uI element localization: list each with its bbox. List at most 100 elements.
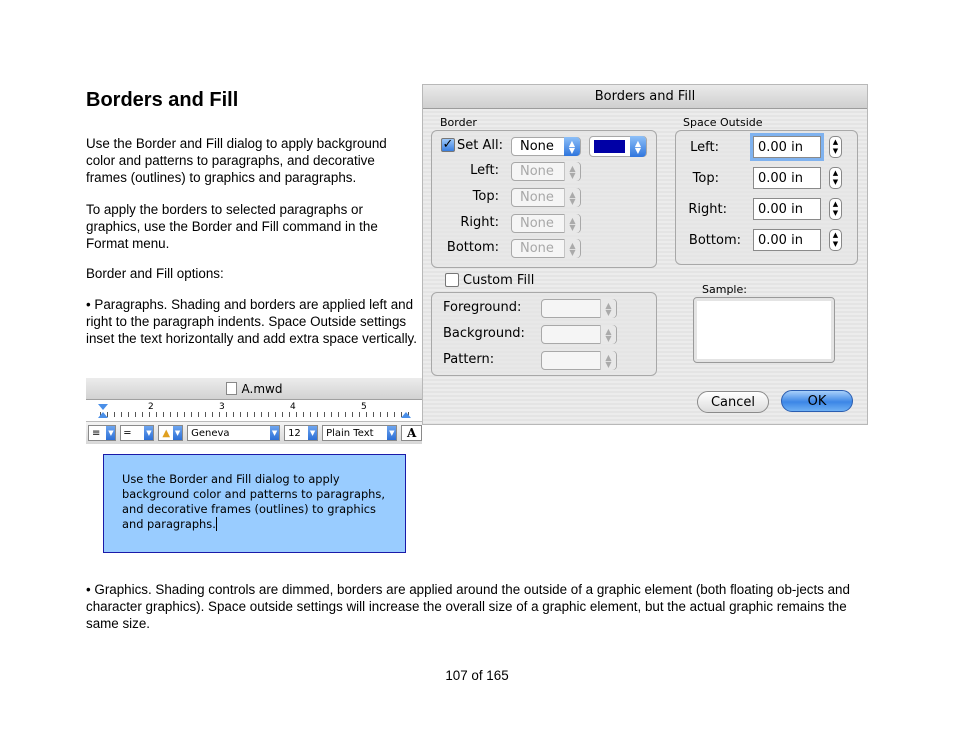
border-top-label: Top:: [472, 189, 499, 204]
up-down-arrows-icon: ▲ ▼: [564, 239, 580, 258]
background-label: Background:: [443, 326, 525, 341]
background-popup[interactable]: ▲ ▼: [541, 325, 617, 344]
up-down-arrows-icon: ▲ ▼: [600, 351, 616, 370]
sample-paragraph-text: Use the Border and Fill dialog to apply …: [122, 472, 385, 531]
text-style: Plain Text: [326, 427, 374, 439]
space-top-label: Top:: [692, 171, 719, 186]
font-style-icon: A: [406, 426, 417, 440]
border-left-value: None: [520, 164, 554, 179]
space-outside-group-label: Space Outside: [683, 116, 763, 129]
border-bottom-value: None: [520, 241, 554, 256]
space-left-field[interactable]: 0.00 in: [753, 136, 821, 158]
ruler-number: 4: [290, 402, 296, 412]
space-bottom-stepper[interactable]: ▲ ▼: [829, 229, 842, 251]
first-line-indent-marker[interactable]: [98, 404, 108, 410]
border-color-swatch: [594, 140, 625, 153]
space-right-value: 0.00 in: [758, 201, 803, 217]
border-top-popup[interactable]: None ▲ ▼: [511, 188, 581, 207]
up-down-arrows-icon: ▲ ▼: [564, 188, 580, 207]
up-down-arrows-icon: ▲ ▼: [564, 214, 580, 233]
ruler-number: 5: [361, 402, 367, 412]
chevron-down-icon: ▼: [173, 426, 183, 440]
editor-window-snippet: A.mwd 2 3 4 5 ≡ ▼ ═ ▼ ▲ ▼ Geneva ▼ 12 ▼ Plain…: [86, 378, 422, 444]
cancel-button-label: Cancel: [710, 394, 756, 410]
format-toolbar: ≡ ▼ ═ ▼ ▲ ▼ Geneva ▼ 12 ▼ Plain Text ▼ A: [86, 422, 422, 444]
font-size-popup[interactable]: 12 ▼: [284, 425, 319, 441]
set-all-label: Set All:: [457, 138, 503, 153]
space-right-label: Right:: [688, 202, 727, 217]
space-top-stepper[interactable]: ▲ ▼: [829, 167, 842, 189]
alignment-icon: ≡: [92, 427, 101, 439]
options-heading: Border and Fill options:: [86, 266, 224, 281]
up-down-arrows-icon: ▲ ▼: [630, 136, 646, 157]
custom-fill-checkbox[interactable]: [445, 273, 459, 287]
foreground-label: Foreground:: [443, 300, 522, 315]
left-indent-marker[interactable]: [98, 412, 108, 418]
border-color-popup[interactable]: ▲ ▼: [589, 136, 647, 157]
chevron-down-icon: ▼: [144, 426, 154, 440]
ok-button[interactable]: OK: [781, 390, 853, 412]
bordered-paragraph-sample[interactable]: Use the Border and Fill dialog to apply …: [103, 454, 406, 553]
up-down-arrows-icon: ▲ ▼: [564, 137, 580, 156]
checkmark-icon: ✓: [442, 137, 454, 152]
foreground-popup[interactable]: ▲ ▼: [541, 299, 617, 318]
sample-preview: [693, 297, 835, 363]
page-title: Borders and Fill: [86, 89, 239, 111]
space-left-label: Left:: [690, 140, 719, 155]
up-down-arrows-icon: ▲ ▼: [600, 299, 616, 318]
custom-fill-label: Custom Fill: [463, 273, 535, 288]
border-top-value: None: [520, 190, 554, 205]
border-right-popup[interactable]: None ▲ ▼: [511, 214, 581, 233]
editor-titlebar: A.mwd: [86, 378, 422, 400]
border-right-value: None: [520, 216, 554, 231]
font-size: 12: [288, 427, 301, 439]
pattern-label: Pattern:: [443, 352, 495, 367]
pattern-popup[interactable]: ▲ ▼: [541, 351, 617, 370]
border-left-label: Left:: [470, 163, 499, 178]
font-name: Geneva: [191, 427, 230, 439]
space-left-stepper[interactable]: ▲ ▼: [829, 136, 842, 158]
graphics-option: • Graphics. Shading controls are dimmed,…: [86, 582, 850, 631]
highlight-popup[interactable]: ▲ ▼: [158, 425, 184, 441]
right-indent-marker[interactable]: [401, 412, 411, 418]
chevron-down-icon: ▼: [270, 426, 280, 440]
page-number: 107 of 165: [445, 668, 509, 683]
dialog-titlebar: Borders and Fill: [423, 85, 867, 109]
space-right-field[interactable]: 0.00 in: [753, 198, 821, 220]
border-bottom-label: Bottom:: [446, 240, 499, 255]
editor-window-title: A.mwd: [241, 381, 283, 396]
ruler-ticks: [100, 412, 412, 417]
border-right-label: Right:: [460, 215, 499, 230]
cancel-button[interactable]: Cancel: [697, 391, 769, 413]
space-top-field[interactable]: 0.00 in: [753, 167, 821, 189]
up-down-arrows-icon: ▲ ▼: [564, 162, 580, 181]
intro-paragraph: Use the Border and Fill dialog to apply …: [86, 136, 387, 185]
chevron-down-icon: ▼: [308, 426, 318, 440]
ok-button-label: OK: [807, 393, 827, 409]
paragraphs-option: • Paragraphs. Shading and borders are ap…: [86, 297, 417, 346]
border-left-popup[interactable]: None ▲ ▼: [511, 162, 581, 181]
alignment-popup[interactable]: ≡ ▼: [88, 425, 117, 441]
borders-and-fill-dialog: Borders and Fill Border ✓ Set All: None …: [422, 84, 868, 425]
space-right-stepper[interactable]: ▲ ▼: [829, 198, 842, 220]
usage-paragraph: To apply the borders to selected paragra…: [86, 202, 378, 251]
ruler-number: 3: [219, 402, 225, 412]
text-format-button[interactable]: A: [401, 425, 422, 441]
chevron-down-icon: ▼: [387, 426, 397, 440]
text-style-popup[interactable]: Plain Text ▼: [322, 425, 398, 441]
highlight-icon: ▲: [162, 427, 171, 439]
set-all-popup[interactable]: None ▲ ▼: [511, 137, 581, 156]
border-bottom-popup[interactable]: None ▲ ▼: [511, 239, 581, 258]
ruler-number: 2: [148, 402, 154, 412]
chevron-down-icon: ▼: [106, 426, 116, 440]
space-left-value: 0.00 in: [758, 139, 803, 155]
ruler[interactable]: 2 3 4 5: [86, 400, 422, 422]
space-bottom-field[interactable]: 0.00 in: [753, 229, 821, 251]
font-popup[interactable]: Geneva ▼: [187, 425, 281, 441]
set-all-checkbox[interactable]: ✓: [441, 138, 455, 152]
space-bottom-label: Bottom:: [688, 233, 741, 248]
up-down-arrows-icon: ▲ ▼: [600, 325, 616, 344]
text-caret: [215, 517, 217, 531]
dialog-title: Borders and Fill: [594, 89, 696, 104]
line-spacing-popup[interactable]: ═ ▼: [120, 425, 155, 441]
